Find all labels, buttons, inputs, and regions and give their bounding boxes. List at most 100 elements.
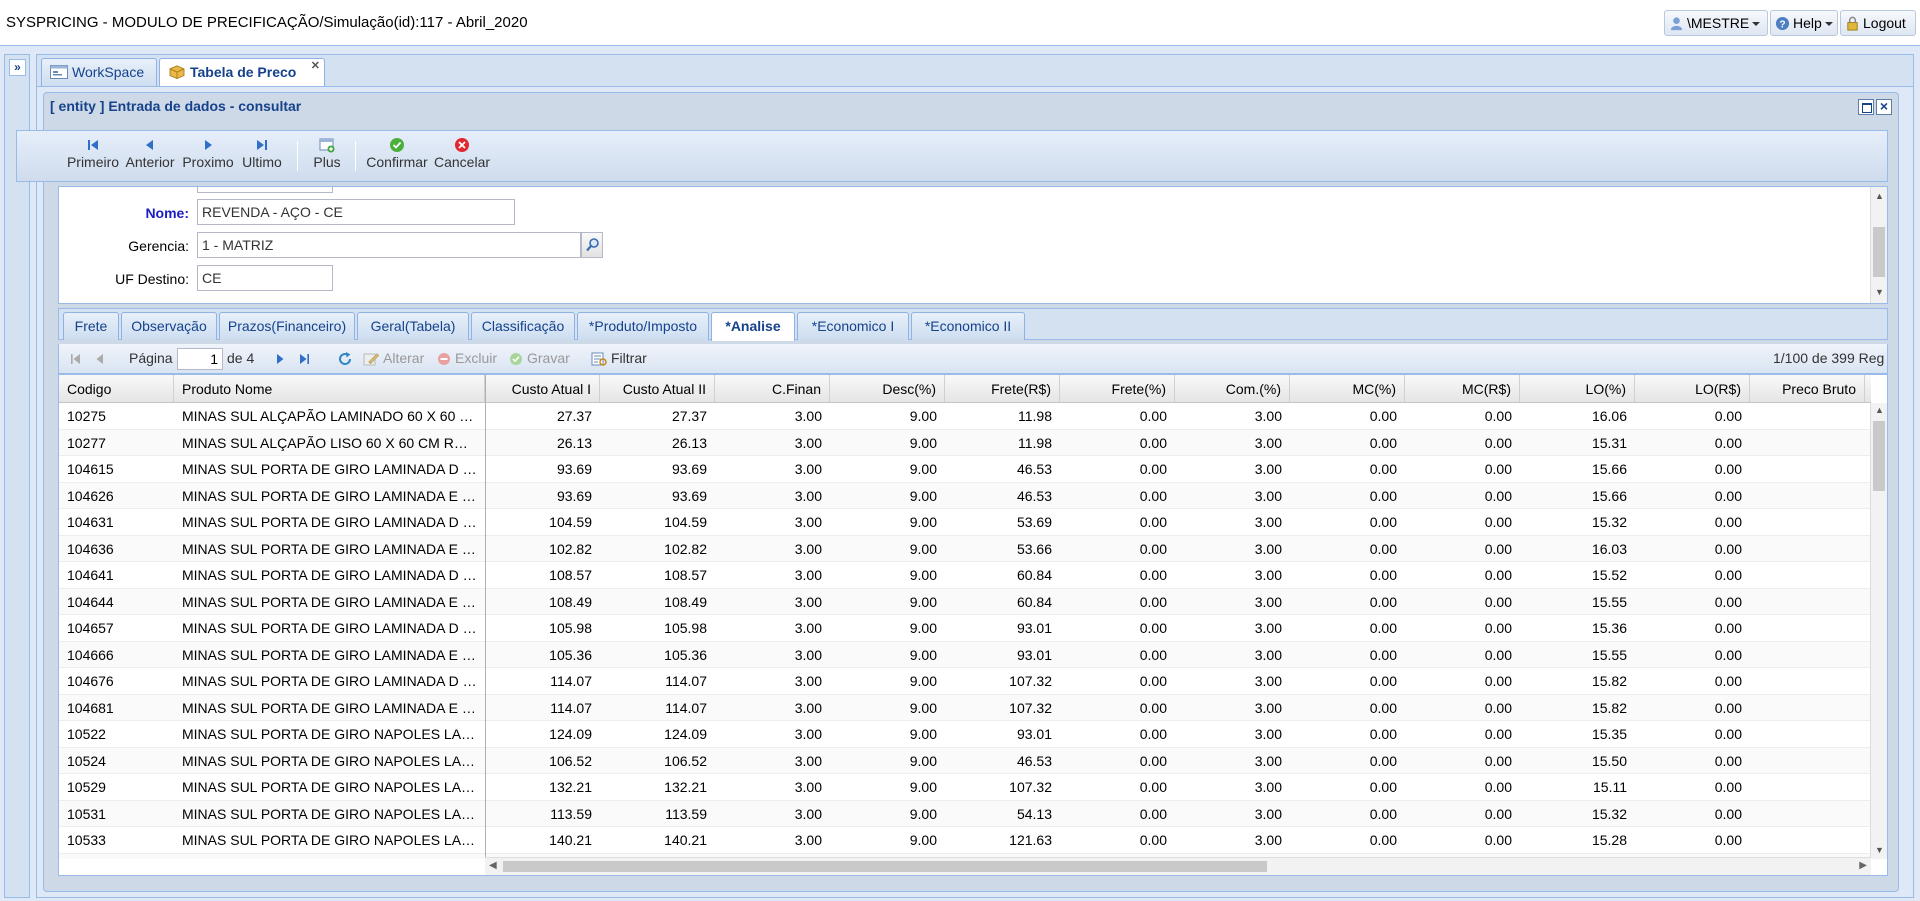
close-icon[interactable]: × — [1876, 99, 1892, 115]
column-header[interactable]: Com.(%) — [1175, 375, 1290, 402]
first-page-icon[interactable] — [69, 352, 83, 366]
table-row[interactable]: 104657 MINAS SUL PORTA DE GIRO LAMINADA D… — [59, 615, 1871, 642]
scroll-up-icon[interactable]: ▲ — [1875, 191, 1884, 201]
page-number-input[interactable]: 1 — [177, 348, 223, 370]
last-button[interactable]: Ultimo — [239, 137, 285, 177]
next-page-icon[interactable] — [273, 352, 287, 366]
tab-observacao[interactable]: Observação — [121, 312, 217, 340]
table-row[interactable]: 10533 MINAS SUL PORTA DE GIRO NAPOLES LAM… — [59, 827, 1871, 854]
uf-destino-field[interactable]: CE — [197, 265, 333, 291]
filtrar-button[interactable]: Filtrar — [611, 350, 647, 366]
grid-paging-toolbar: Página 1 de 4 Alterar Excluir Gravar Fil… — [58, 344, 1888, 374]
scroll-down-icon[interactable]: ▼ — [1875, 287, 1884, 297]
column-header[interactable]: Pr — [1865, 375, 1871, 402]
scroll-thumb[interactable] — [1873, 227, 1885, 277]
column-header[interactable]: LO(R$) — [1635, 375, 1750, 402]
scroll-thumb[interactable] — [1873, 421, 1885, 491]
logout-button[interactable]: Logout — [1840, 10, 1916, 36]
help-menu-button[interactable]: ? Help — [1770, 10, 1838, 36]
table-cell — [1750, 774, 1865, 800]
table-cell: 3.00 — [1254, 567, 1282, 583]
column-header[interactable]: LO(%) — [1520, 375, 1635, 402]
table-row[interactable]: 104631 MINAS SUL PORTA DE GIRO LAMINADA D… — [59, 509, 1871, 536]
table-cell: 0.00 — [1484, 487, 1512, 504]
tab-geral-tabela[interactable]: Geral(Tabela) — [357, 312, 469, 340]
cancel-button[interactable]: Cancelar — [433, 137, 491, 177]
table-row[interactable]: 10529 MINAS SUL PORTA DE GIRO NAPOLES LAM… — [59, 774, 1871, 801]
table-row[interactable]: 10531 MINAS SUL PORTA DE GIRO NAPOLES LAM… — [59, 800, 1871, 827]
form-scrollbar[interactable]: ▲ ▼ — [1870, 187, 1887, 303]
column-header[interactable]: MC(%) — [1290, 375, 1405, 402]
scroll-down-icon[interactable]: ▼ — [1875, 845, 1884, 855]
table-cell: 0.00 — [1714, 487, 1742, 504]
table-row[interactable]: 104636 MINAS SUL PORTA DE GIRO LAMINADA E… — [59, 535, 1871, 562]
svg-text:?: ? — [1779, 19, 1785, 30]
table-row[interactable]: 104641 MINAS SUL PORTA DE GIRO LAMINADA D… — [59, 562, 1871, 589]
column-header[interactable]: Preco Bruto — [1750, 375, 1865, 402]
scroll-up-icon[interactable]: ▲ — [1875, 405, 1884, 415]
user-menu-button[interactable]: \MESTRE — [1664, 10, 1768, 36]
grid-vertical-scrollbar[interactable]: ▲ ▼ — [1870, 403, 1887, 859]
table-row[interactable]: 10277 MINAS SUL ALÇAPÃO LISO 60 X 60 CM R… — [59, 429, 1871, 456]
alterar-button[interactable]: Alterar — [383, 350, 424, 366]
table-cell: 0.00 — [1139, 514, 1167, 530]
column-header[interactable]: Custo Atual I — [485, 375, 600, 402]
table-cell: 9.00 — [909, 699, 937, 716]
confirm-button[interactable]: Confirmar — [365, 137, 429, 177]
scroll-right-icon[interactable]: ▶ — [1859, 860, 1867, 871]
column-header[interactable]: MC(R$) — [1405, 375, 1520, 402]
table-cell: 10524 — [67, 752, 106, 769]
tab-prazos-financeiro[interactable]: Prazos(Financeiro) — [219, 312, 355, 340]
grid-horizontal-scrollbar[interactable]: ◀ ▶ — [485, 857, 1871, 875]
tab-analise[interactable]: *Analise — [711, 312, 795, 341]
maximize-icon[interactable] — [1858, 99, 1874, 115]
last-page-icon[interactable] — [297, 352, 311, 366]
close-tab-icon[interactable]: ✕ — [311, 59, 320, 73]
scroll-left-icon[interactable]: ◀ — [489, 860, 497, 871]
table-row[interactable]: 10524 MINAS SUL PORTA DE GIRO NAPOLES LAM… — [59, 747, 1871, 774]
table-cell: 0.00 — [1714, 461, 1742, 477]
column-header[interactable]: Frete(R$) — [945, 375, 1060, 402]
next-button[interactable]: Proximo — [181, 137, 235, 177]
tab-classificacao[interactable]: Classificação — [471, 312, 575, 340]
page-label: Página — [129, 350, 173, 366]
table-cell: 3.00 — [794, 805, 822, 822]
table-row[interactable]: 104615 MINAS SUL PORTA DE GIRO LAMINADA D… — [59, 456, 1871, 483]
column-header[interactable]: Produto Nome — [174, 375, 485, 402]
tab-economico-ii[interactable]: *Economico II — [911, 312, 1025, 340]
column-header[interactable]: Frete(%) — [1060, 375, 1175, 402]
refresh-icon[interactable] — [337, 351, 353, 367]
previous-button[interactable]: Anterior — [123, 137, 177, 177]
column-header[interactable]: Codigo — [59, 375, 174, 402]
table-row[interactable]: 104676 MINAS SUL PORTA DE GIRO LAMINADA D… — [59, 668, 1871, 695]
nome-field[interactable]: REVENDA - AÇO - CE — [197, 199, 515, 225]
excluir-button[interactable]: Excluir — [455, 350, 497, 366]
first-button[interactable]: Primeiro — [65, 137, 121, 177]
tab-produto-imposto[interactable]: *Produto/Imposto — [577, 312, 709, 340]
expand-panel-icon[interactable]: » — [9, 59, 26, 76]
table-row[interactable]: 10275 MINAS SUL ALÇAPÃO LAMINADO 60 X 60 … — [59, 403, 1871, 430]
table-cell: 0.00 — [1484, 673, 1512, 689]
column-header[interactable]: Desc(%) — [830, 375, 945, 402]
gravar-button[interactable]: Gravar — [527, 350, 570, 366]
table-cell: 10277 — [67, 434, 106, 451]
save-icon — [510, 353, 522, 365]
gerencia-field[interactable]: 1 - MATRIZ — [197, 232, 581, 258]
column-header[interactable]: C.Finan — [715, 375, 830, 402]
plus-button[interactable]: Plus — [309, 137, 345, 177]
column-header[interactable]: Custo Atual II — [600, 375, 715, 402]
previous-page-icon[interactable] — [93, 352, 107, 366]
table-row[interactable]: 10522 MINAS SUL PORTA DE GIRO NAPOLES LAM… — [59, 721, 1871, 748]
tab-economico-i[interactable]: *Economico I — [797, 312, 909, 340]
scroll-thumb[interactable] — [503, 861, 1267, 872]
table-cell: 0.00 — [1714, 408, 1742, 424]
table-row[interactable]: 104666 MINAS SUL PORTA DE GIRO LAMINADA E… — [59, 641, 1871, 668]
table-row[interactable]: 104626 MINAS SUL PORTA DE GIRO LAMINADA E… — [59, 482, 1871, 509]
gerencia-search-button[interactable] — [581, 232, 603, 258]
table-cell: 106.52 — [549, 752, 592, 769]
tab-tabela-de-preco[interactable]: Tabela de Preco ✕ — [159, 58, 325, 88]
tab-frete[interactable]: Frete — [63, 312, 119, 340]
tab-workspace[interactable]: WorkSpace — [41, 58, 157, 87]
table-row[interactable]: 104681 MINAS SUL PORTA DE GIRO LAMINADA E… — [59, 694, 1871, 721]
table-row[interactable]: 104644 MINAS SUL PORTA DE GIRO LAMINADA E… — [59, 588, 1871, 615]
